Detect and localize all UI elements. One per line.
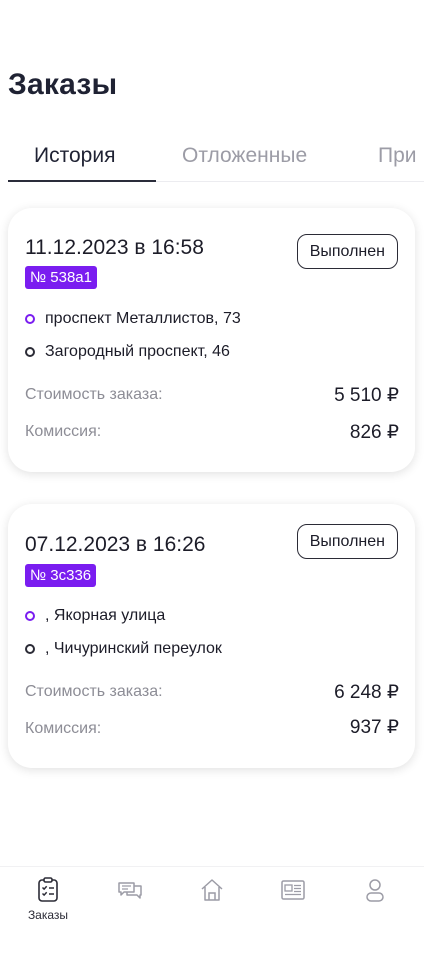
nav-item-chat[interactable] <box>92 876 168 904</box>
route-to-dot-icon <box>25 644 35 654</box>
chat-icon <box>118 882 142 899</box>
page-title: Заказы <box>8 68 118 101</box>
order-datetime: 11.12.2023 в 16:58 <box>25 236 204 259</box>
profile-icon <box>366 879 384 902</box>
nav-item-profile[interactable] <box>337 876 413 904</box>
commission-label: Комиссия: <box>25 423 102 440</box>
route-to: Загородный проспект, 46 <box>25 343 230 361</box>
order-card[interactable]: 07.12.2023 в 16:26 Выполнен № 3c336 , Як… <box>8 504 415 768</box>
nav-item-home[interactable] <box>174 876 250 904</box>
cost-label: Стоимость заказа: <box>25 683 163 700</box>
commission-label: Комиссия: <box>25 720 102 737</box>
order-number-badge: № 538a1 <box>25 266 97 289</box>
order-number-badge: № 3c336 <box>25 564 97 587</box>
cost-label: Стоимость заказа: <box>25 386 163 403</box>
active-tab-indicator <box>8 180 156 182</box>
route-from-dot-icon <box>25 314 35 324</box>
route-from: , Якорная улица <box>25 607 165 625</box>
status-badge: Выполнен <box>296 524 398 559</box>
nav-item-orders[interactable]: Заказы <box>10 876 86 922</box>
commission-value: 826 ₽ <box>349 422 399 443</box>
tab-third[interactable]: При <box>378 144 417 168</box>
route-to-address: , Чичуринский переулок <box>45 640 222 657</box>
status-badge: Выполнен <box>296 234 398 269</box>
order-datetime: 07.12.2023 в 16:26 <box>25 533 206 556</box>
bottom-nav: Заказы <box>0 868 424 976</box>
home-icon <box>201 879 223 901</box>
route-to-dot-icon <box>25 347 35 357</box>
orders-list-icon <box>38 877 58 902</box>
nav-label-orders: Заказы <box>27 908 69 922</box>
route-to: , Чичуринский переулок <box>25 640 222 658</box>
cost-value: 5 510 ₽ <box>334 385 399 406</box>
tab-postponed[interactable]: Отложенные <box>182 144 307 168</box>
commission-value: 937 ₽ <box>349 717 399 738</box>
cost-value: 6 248 ₽ <box>334 682 399 703</box>
route-from-address: , Якорная улица <box>45 607 166 624</box>
route-to-address: Загородный проспект, 46 <box>45 343 230 360</box>
bottom-nav-divider <box>0 866 424 867</box>
route-from: проспект Металлистов, 73 <box>25 310 241 328</box>
news-icon <box>281 880 305 900</box>
route-from-address: проспект Металлистов, 73 <box>45 310 241 327</box>
orders-tabs: История Отложенные При <box>0 138 424 184</box>
route-from-dot-icon <box>25 611 35 621</box>
order-card[interactable]: 11.12.2023 в 16:58 Выполнен № 538a1 прос… <box>8 208 415 472</box>
tab-history[interactable]: История <box>34 144 115 168</box>
nav-item-news[interactable] <box>255 876 331 904</box>
